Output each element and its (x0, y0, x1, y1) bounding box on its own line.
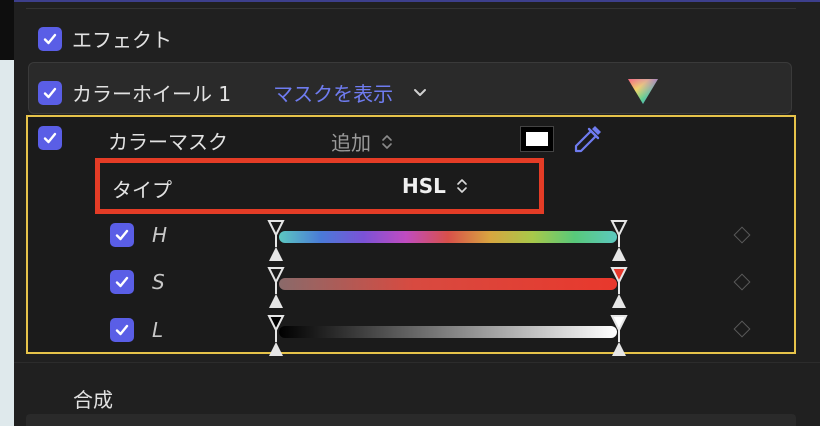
checkmark-icon (115, 276, 129, 288)
l-label: L (152, 318, 164, 342)
divider (14, 362, 820, 363)
hue-left-handle-icon[interactable] (267, 219, 285, 263)
effects-checkbox[interactable] (38, 26, 62, 51)
color-mask-row (38, 126, 62, 150)
blend-mode-value: 追加 (331, 131, 371, 155)
color-mask-label: カラーマスク (108, 130, 228, 154)
color-wheel-checkbox[interactable] (38, 80, 62, 105)
eyedropper-icon[interactable] (571, 122, 605, 156)
effects-label: エフェクト (72, 28, 172, 52)
top-accent-line (14, 0, 820, 2)
luminance-right-handle-icon[interactable] (610, 314, 628, 358)
type-row-highlight (95, 158, 544, 214)
effects-header: エフェクト (38, 24, 172, 53)
luminance-left-handle-icon[interactable] (267, 314, 285, 358)
l-checkbox[interactable] (110, 318, 134, 342)
slider-row-l: L (110, 318, 163, 342)
mask-color-swatch[interactable] (520, 126, 554, 152)
hue-right-handle-icon[interactable] (610, 219, 628, 263)
luminance-slider-track[interactable] (279, 326, 617, 338)
slider-row-h: H (110, 223, 167, 247)
color-wheel-label: カラーホイール 1 (72, 82, 232, 106)
left-pane-edge (0, 0, 14, 60)
checkmark-icon (43, 33, 57, 44)
checkmark-icon (43, 87, 57, 98)
saturation-right-handle-icon[interactable] (610, 266, 628, 310)
h-label: H (152, 223, 168, 247)
color-board-icon[interactable] (626, 76, 660, 106)
hue-slider-track[interactable] (279, 231, 617, 243)
chevron-down-icon[interactable] (413, 88, 427, 98)
next-section-edge (26, 414, 796, 426)
s-label: S (152, 270, 165, 294)
slider-row-s: S (110, 270, 165, 294)
checkmark-icon (115, 324, 129, 336)
checkmark-icon (43, 132, 57, 144)
show-mask-link[interactable]: マスクを表示 (273, 78, 393, 107)
h-checkbox[interactable] (110, 223, 134, 247)
swatch-fill (526, 132, 548, 146)
saturation-slider-track[interactable] (279, 278, 617, 290)
left-pane-edge-light (0, 60, 14, 426)
color-mask-checkbox[interactable] (38, 126, 62, 150)
composite-label: 合成 (73, 388, 113, 412)
blend-mode-popup[interactable]: 追加 (331, 127, 393, 156)
divider (26, 8, 796, 9)
color-wheel-row: カラーホイール 1 マスクを表示 (38, 78, 427, 107)
saturation-left-handle-icon[interactable] (267, 266, 285, 310)
checkmark-icon (115, 229, 129, 241)
up-down-chevron-icon (382, 134, 392, 149)
s-checkbox[interactable] (110, 270, 134, 294)
